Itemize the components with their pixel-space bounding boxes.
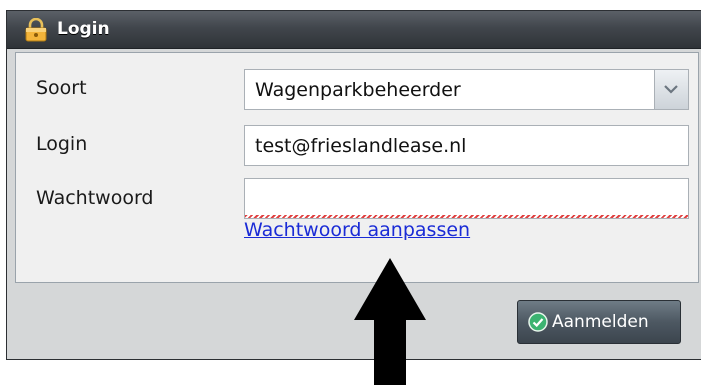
- soort-dropdown-trigger[interactable]: [654, 70, 688, 109]
- soort-combobox[interactable]: Wagenparkbeheerder: [244, 69, 689, 110]
- login-button-label: Aanmelden: [552, 312, 649, 332]
- login-form-panel: Soort Wagenparkbeheerder Login Wachtwoor…: [15, 52, 699, 283]
- window-title: Login: [57, 19, 110, 39]
- check-circle-icon: [528, 312, 548, 332]
- change-password-link[interactable]: Wachtwoord aanpassen: [244, 219, 470, 241]
- login-label: Login: [36, 133, 88, 155]
- password-label: Wachtwoord: [36, 187, 154, 209]
- soort-combobox-value: Wagenparkbeheerder: [255, 79, 461, 101]
- password-input[interactable]: [244, 178, 689, 219]
- login-input[interactable]: [244, 125, 689, 166]
- window-titlebar: Login: [7, 11, 701, 49]
- lock-icon: [25, 18, 47, 42]
- up-arrow-icon: [354, 258, 426, 385]
- chevron-down-icon: [664, 85, 678, 94]
- login-button[interactable]: Aanmelden: [517, 300, 681, 344]
- soort-label: Soort: [36, 77, 87, 99]
